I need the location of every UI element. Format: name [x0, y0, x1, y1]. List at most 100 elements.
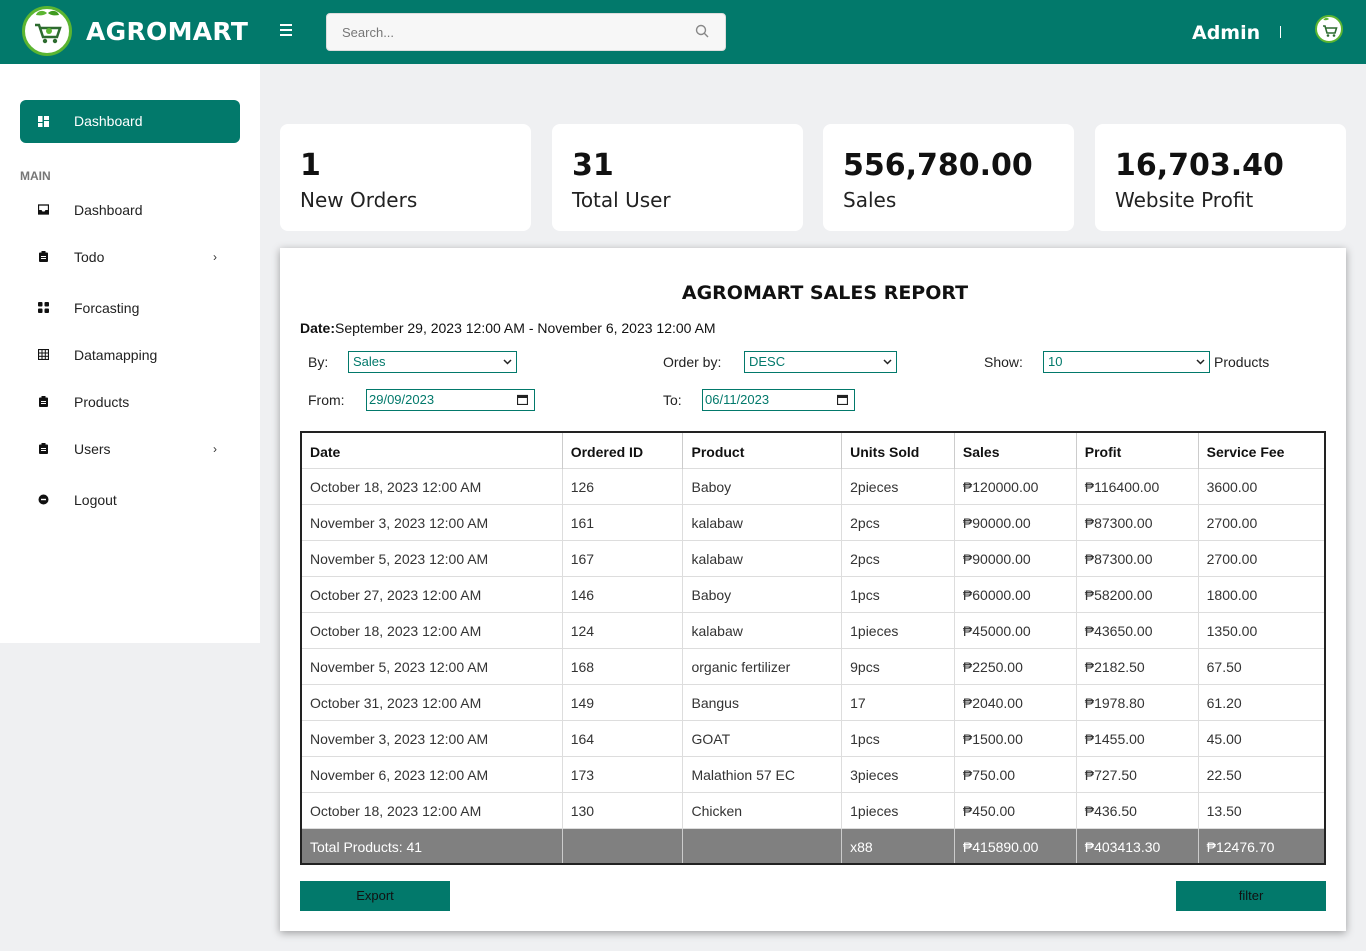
table-cell: ₱87300.00	[1075, 503, 1199, 540]
calendar-icon[interactable]	[517, 394, 528, 405]
report-title: AGROMART SALES REPORT	[681, 282, 969, 304]
table-cell: 1pcs	[841, 575, 955, 612]
table-row: October 18, 2023 12:00 AM 126 Baboy 2pieces…	[300, 467, 1325, 504]
search-input[interactable]	[327, 14, 667, 50]
table-cell: 168	[561, 647, 683, 684]
stat-card-sales: 556,780.00 Sales	[823, 124, 1074, 231]
table-cell: 1pieces	[841, 791, 955, 828]
stat-value: 16,703.40	[1115, 148, 1284, 183]
table-cell: 1350.00	[1197, 611, 1325, 648]
avatar[interactable]	[1315, 15, 1343, 43]
table-cell: 2700.00	[1197, 503, 1325, 540]
table-cell: 126	[561, 467, 683, 504]
table-row: November 6, 2023 12:00 AM 173 Malathion 57…	[300, 755, 1325, 792]
user-name[interactable]: Admin	[1192, 22, 1260, 44]
sidebar-item-forcasting[interactable]: Forcasting	[20, 290, 240, 326]
sidebar-item-users[interactable]: Users ›	[20, 431, 240, 467]
column-header: Service Fee	[1197, 432, 1325, 468]
table-cell: ₱90000.00	[953, 539, 1077, 576]
table-row: November 3, 2023 12:00 AM 164 GOAT 1pcs ₱150…	[300, 719, 1325, 756]
table-cell: November 6, 2023 12:00 AM	[300, 755, 563, 792]
calendar-icon[interactable]	[837, 394, 848, 405]
table-cell: 45.00	[1197, 719, 1325, 756]
from-label: From:	[308, 392, 345, 408]
table-header-row: Date Ordered ID Product Units Sold Sales…	[300, 432, 1325, 468]
grid-icon	[38, 302, 49, 313]
column-header: Product	[682, 432, 842, 468]
chevron-down-icon	[1196, 359, 1205, 365]
to-date-value: 06/11/2023	[705, 392, 770, 407]
sidebar-item-products[interactable]: Products	[20, 384, 240, 420]
column-header: Ordered ID	[561, 432, 683, 468]
sidebar-item-dashboard-active[interactable]: Dashboard	[20, 100, 240, 143]
sidebar-item-todo[interactable]: Todo ›	[20, 239, 240, 275]
stat-label: Sales	[843, 188, 897, 212]
from-date-input[interactable]: 29/09/2023	[366, 389, 535, 411]
sidebar-item-label: Logout	[74, 492, 117, 508]
table-cell: ₱43650.00	[1075, 611, 1199, 648]
total-cell	[682, 827, 842, 864]
sales-table: Date Ordered ID Product Units Sold Sales…	[300, 431, 1326, 865]
table-cell: 1800.00	[1197, 575, 1325, 612]
to-label: To:	[663, 392, 682, 408]
table-cell: November 5, 2023 12:00 AM	[300, 539, 563, 576]
chevron-right-icon: ›	[213, 442, 217, 456]
total-cell	[561, 827, 683, 864]
table-cell: 130	[561, 791, 683, 828]
agromart-logo-icon[interactable]	[22, 6, 72, 56]
table-cell: Baboy	[682, 575, 842, 612]
table-cell: October 18, 2023 12:00 AM	[300, 467, 563, 504]
table-cell: Malathion 57 EC	[682, 755, 842, 792]
table-row: October 31, 2023 12:00 AM 149 Bangus 17 ₱204…	[300, 683, 1325, 720]
table-cell: 13.50	[1197, 791, 1325, 828]
sidebar-item-label: Todo	[74, 249, 105, 265]
show-select-value: 10	[1048, 354, 1063, 369]
table-cell: ₱436.50	[1075, 791, 1199, 828]
table-cell: ₱116400.00	[1075, 467, 1199, 504]
search-icon[interactable]	[695, 24, 709, 38]
to-date-input[interactable]: 06/11/2023	[702, 389, 855, 411]
table-cell: ₱45000.00	[953, 611, 1077, 648]
table-total-row: Total Products: 41 x88 ₱415890.00 ₱403413.3…	[300, 827, 1325, 864]
total-cell: Total Products: 41	[300, 827, 563, 864]
table-cell: 167	[561, 539, 683, 576]
dashboard-icon	[38, 116, 49, 127]
stat-card-new-orders: 1 New Orders	[280, 124, 531, 231]
table-cell: Baboy	[682, 467, 842, 504]
table-cell: kalabaw	[682, 503, 842, 540]
table-cell: 1pieces	[841, 611, 955, 648]
sidebar: Dashboard MAIN Dashboard Todo › Forcasti…	[0, 64, 260, 643]
sidebar-item-logout[interactable]: Logout	[20, 482, 240, 518]
table-cell: kalabaw	[682, 539, 842, 576]
filter-button[interactable]: filter	[1176, 881, 1326, 911]
sidebar-item-dashboard[interactable]: Dashboard	[20, 192, 240, 228]
order-by-label: Order by:	[663, 354, 722, 370]
table-cell: 3600.00	[1197, 467, 1325, 504]
table-cell: Bangus	[682, 683, 842, 720]
table-row: November 5, 2023 12:00 AM 167 kalabaw 2pcs ₱…	[300, 539, 1325, 576]
stat-value: 556,780.00	[843, 148, 1033, 183]
from-date-value: 29/09/2023	[369, 392, 435, 407]
table-body: October 18, 2023 12:00 AM 126 Baboy 2pieces…	[300, 467, 1325, 864]
sidebar-item-datamapping[interactable]: Datamapping	[20, 337, 240, 373]
table-cell: ₱727.50	[1075, 755, 1199, 792]
menu-toggle-icon[interactable]	[280, 21, 296, 43]
order-by-select[interactable]: DESC	[744, 351, 897, 373]
table-cell: Chicken	[682, 791, 842, 828]
order-by-select-value: DESC	[749, 354, 786, 369]
export-button[interactable]: Export	[300, 881, 450, 911]
table-cell: October 18, 2023 12:00 AM	[300, 611, 563, 648]
table-cell: 2pcs	[841, 503, 955, 540]
chevron-down-icon	[503, 359, 512, 365]
table-cell: ₱1455.00	[1075, 719, 1199, 756]
chevron-down-icon	[883, 359, 892, 365]
table-cell: 2pieces	[841, 467, 955, 504]
by-select[interactable]: Sales	[348, 351, 517, 373]
stat-card-website-profit: 16,703.40 Website Profit	[1095, 124, 1346, 231]
stat-label: Total User	[572, 188, 671, 212]
sidebar-item-label: Users	[74, 441, 111, 457]
show-select[interactable]: 10	[1043, 351, 1210, 373]
report-date-range: Date:September 29, 2023 12:00 AM - Novem…	[300, 320, 716, 336]
table-cell: 2pcs	[841, 539, 955, 576]
by-label: By:	[308, 354, 329, 370]
